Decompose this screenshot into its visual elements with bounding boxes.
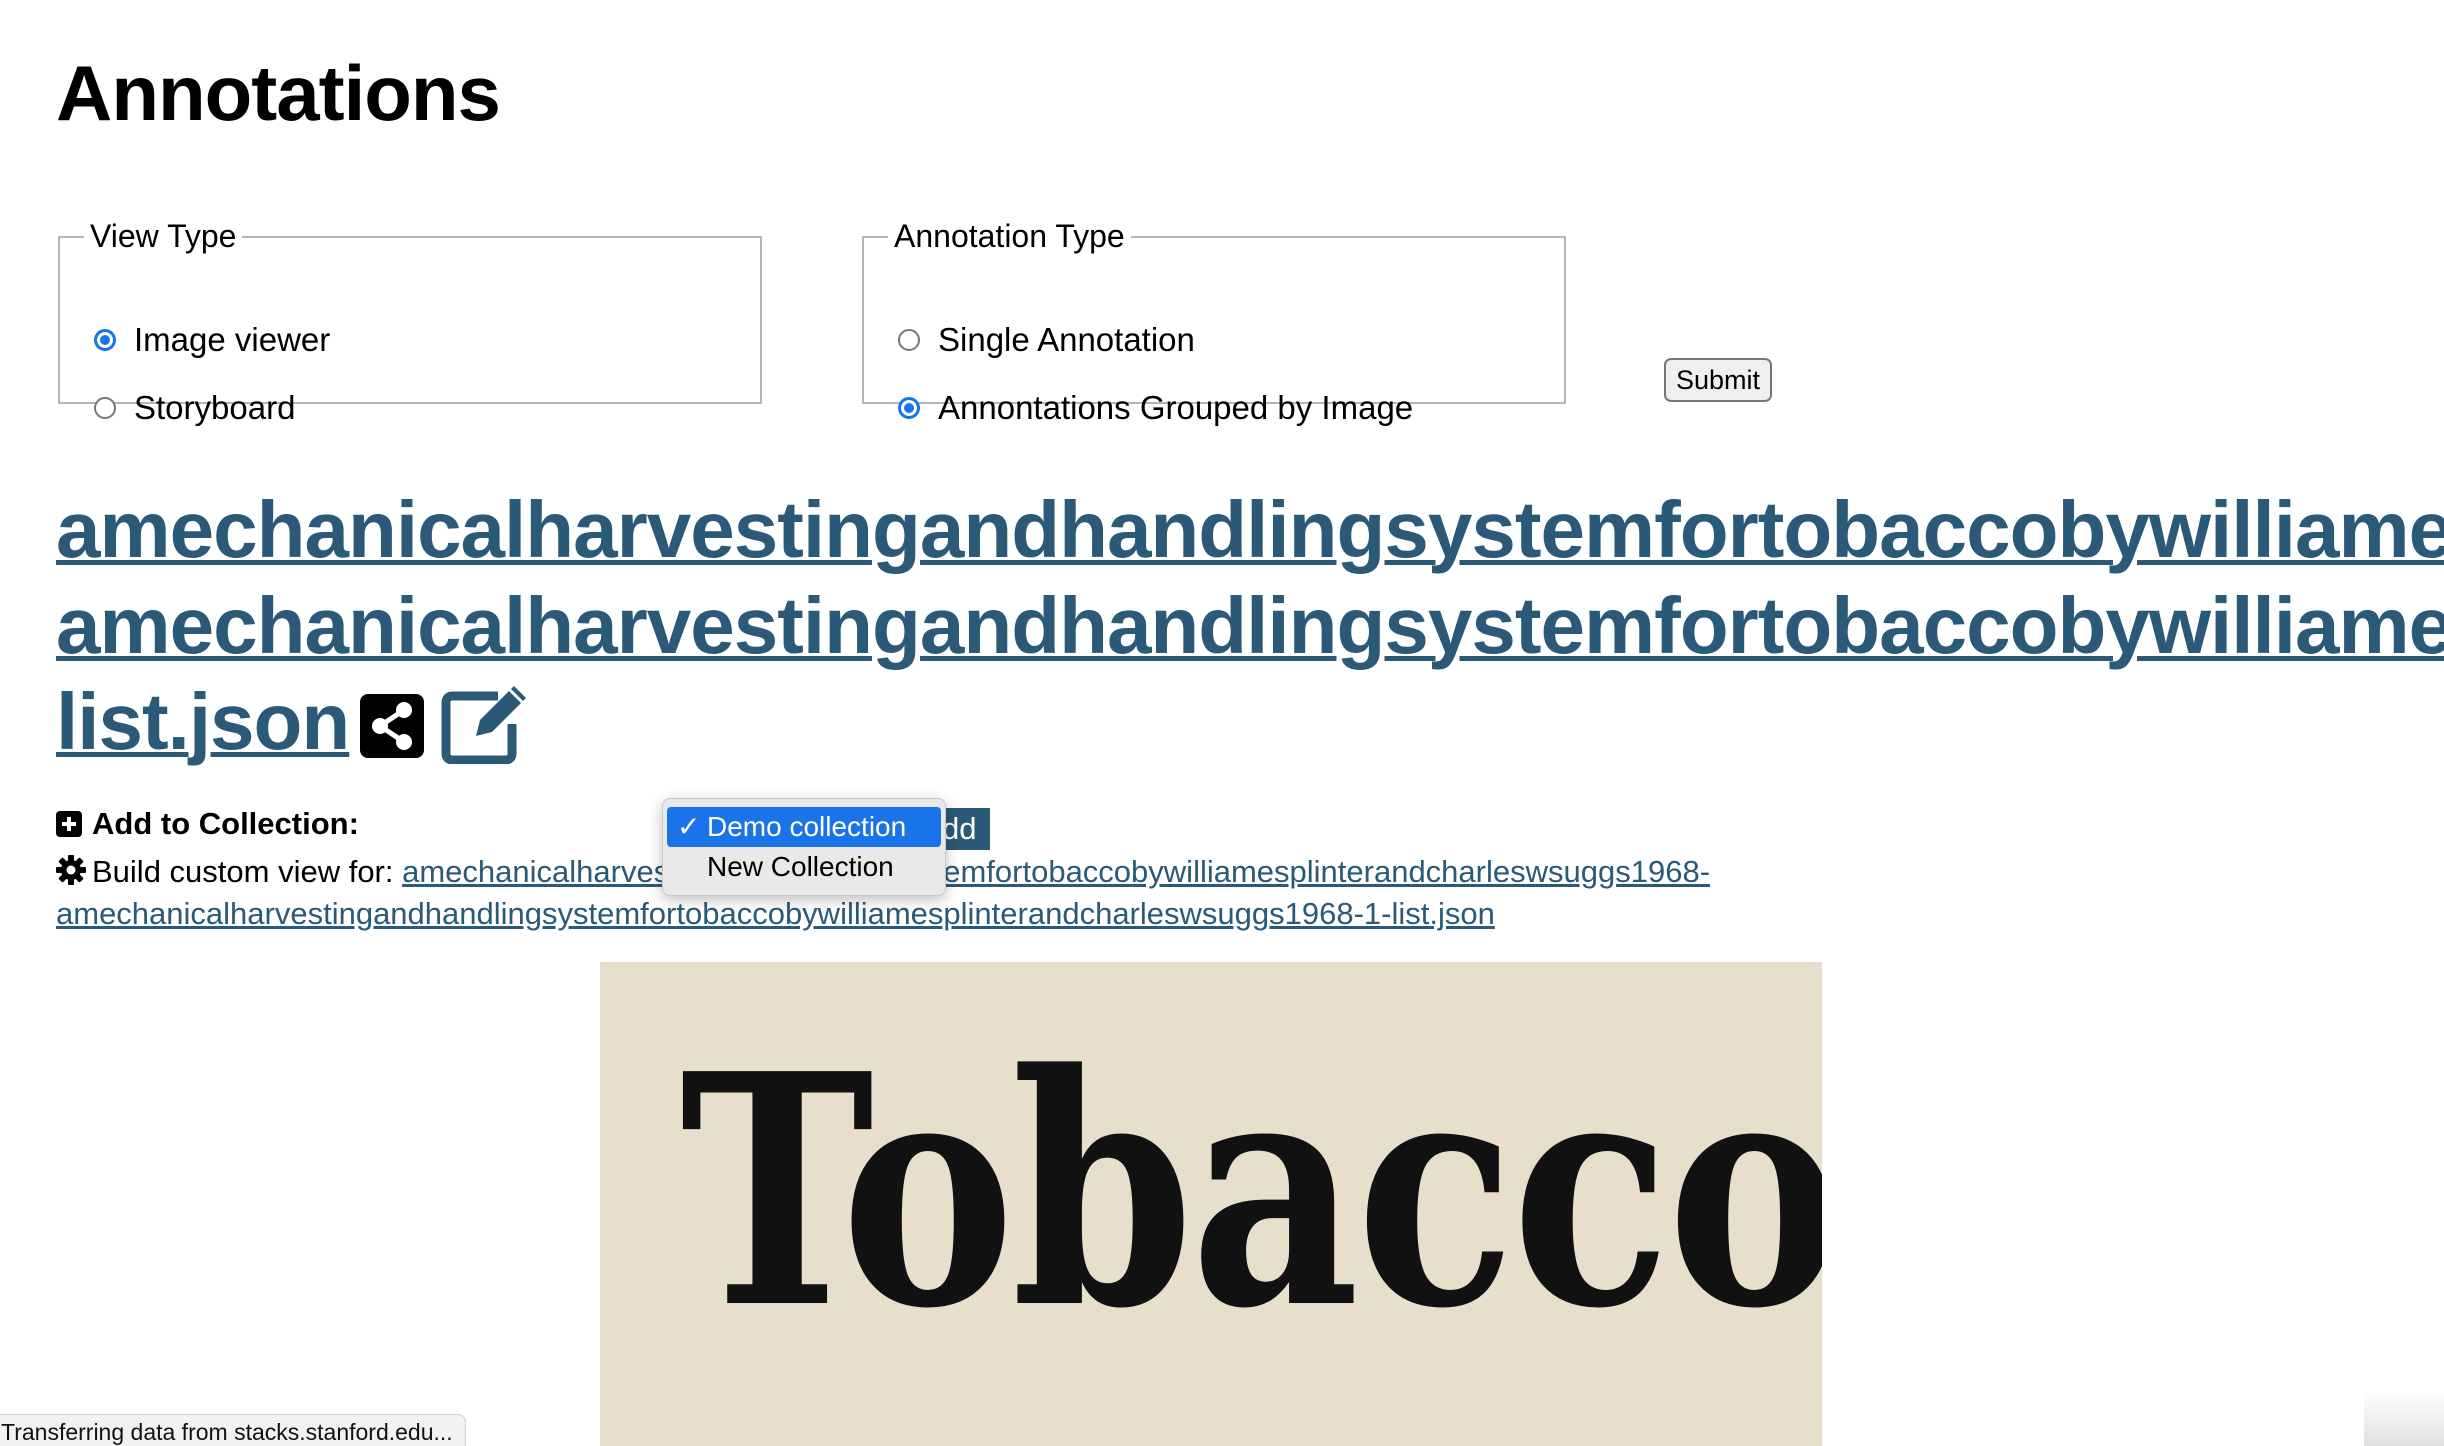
- scroll-shadow: [2364, 1390, 2444, 1446]
- add-to-collection-label: Add to Collection:: [92, 806, 359, 841]
- radio-grouped-by-image[interactable]: [898, 397, 920, 419]
- radio-label-single-annotation: Single Annotation: [938, 321, 1195, 358]
- page-title: Annotations: [56, 49, 501, 137]
- plus-square-icon: [56, 811, 82, 837]
- edit-icon[interactable]: [440, 680, 532, 769]
- manifest-title-line-1: amechanicalharvestingandhandlingsystemfo…: [56, 485, 2444, 574]
- image-word: Tobacco: [680, 1004, 1822, 1378]
- radio-single-annotation[interactable]: [898, 329, 920, 351]
- page: Annotations View Type Image viewer Story…: [0, 0, 2444, 1446]
- checkmark-icon: ✓: [677, 811, 701, 842]
- view-type-legend: View Type: [90, 218, 237, 254]
- manifest-title-line-2: amechanicalharvestingandhandlingsystemfo…: [56, 581, 2444, 670]
- radio-storyboard[interactable]: [94, 397, 116, 419]
- view-type-option-storyboard[interactable]: Storyboard: [94, 389, 295, 427]
- view-type-fieldset: View Type Image viewer Storyboard: [58, 218, 762, 426]
- collection-option-new[interactable]: New Collection: [667, 847, 941, 887]
- manifest-image: Tobacco: [600, 962, 1822, 1446]
- collection-dropdown-menu[interactable]: ✓ Demo collection New Collection: [662, 798, 946, 896]
- annotation-type-fieldset: Annotation Type Single Annotation Annont…: [862, 218, 1566, 426]
- collection-option-demo-label: Demo collection: [707, 811, 907, 842]
- radio-label-grouped-by-image: Annontations Grouped by Image: [938, 389, 1414, 426]
- radio-image-viewer[interactable]: [94, 329, 116, 351]
- radio-label-storyboard: Storyboard: [134, 389, 296, 426]
- view-type-option-image-viewer[interactable]: Image viewer: [94, 321, 330, 359]
- collection-option-new-label: New Collection: [707, 851, 894, 882]
- annotation-type-legend: Annotation Type: [894, 218, 1125, 254]
- annotation-type-option-grouped[interactable]: Annontations Grouped by Image: [898, 389, 1413, 427]
- add-to-collection-row: Add to Collection:: [56, 806, 359, 842]
- gear-icon: [56, 855, 86, 894]
- collection-option-demo[interactable]: ✓ Demo collection: [667, 807, 941, 847]
- annotation-type-option-single[interactable]: Single Annotation: [898, 321, 1195, 359]
- submit-button[interactable]: Submit: [1664, 358, 1772, 402]
- radio-label-image-viewer: Image viewer: [134, 321, 331, 358]
- status-bar: Transferring data from stacks.stanford.e…: [0, 1414, 466, 1446]
- build-custom-view-label: Build custom view for:: [92, 854, 403, 889]
- share-icon[interactable]: [360, 694, 424, 763]
